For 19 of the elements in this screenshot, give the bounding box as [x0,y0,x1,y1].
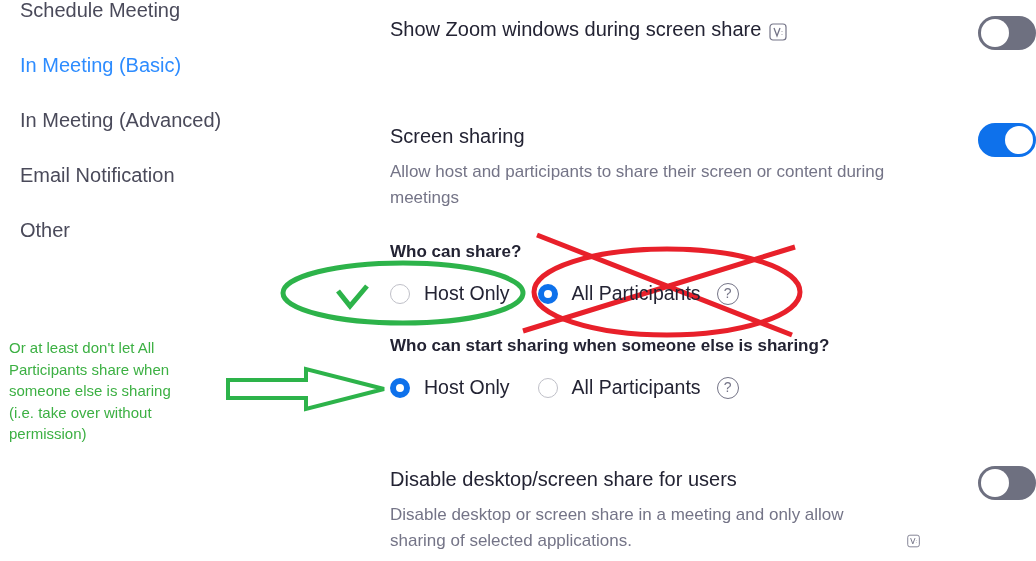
radio-option[interactable]: Host Only [390,373,510,403]
sidebar-item[interactable]: In Meeting (Advanced) [20,108,222,163]
setting-title: Screen sharing [390,125,525,147]
question-label: Who can share? [390,241,522,263]
toggle-switch[interactable] [978,465,1036,500]
annotation-note: Or at least don't let All Participants share when someone else is sharing (i.e. take over without permission) [9,338,172,444]
toggle-switch[interactable] [978,123,1036,157]
check-mark-icon [336,284,369,310]
setting-description: Allow host and participants to share their screen or content during meetings [390,161,886,209]
setting-title: Show Zoom windows during screen share [390,18,762,40]
sidebar-item[interactable]: Schedule Meeting [20,0,181,53]
radio-option[interactable]: Host Only [390,279,510,309]
radio-option[interactable]: All Participants [537,373,701,403]
toggle-switch[interactable] [978,16,1036,50]
sidebar-item[interactable]: Email Notification [20,163,175,218]
sidebar-item[interactable]: Other [20,218,71,273]
setting-title: Disable desktop/screen share for users [390,467,737,490]
setting-description: Disable desktop or screen share in a meeting and only allow sharing of selected applications. [390,503,845,552]
question-label: Who can start sharing when someone else is sharing? [390,335,830,358]
